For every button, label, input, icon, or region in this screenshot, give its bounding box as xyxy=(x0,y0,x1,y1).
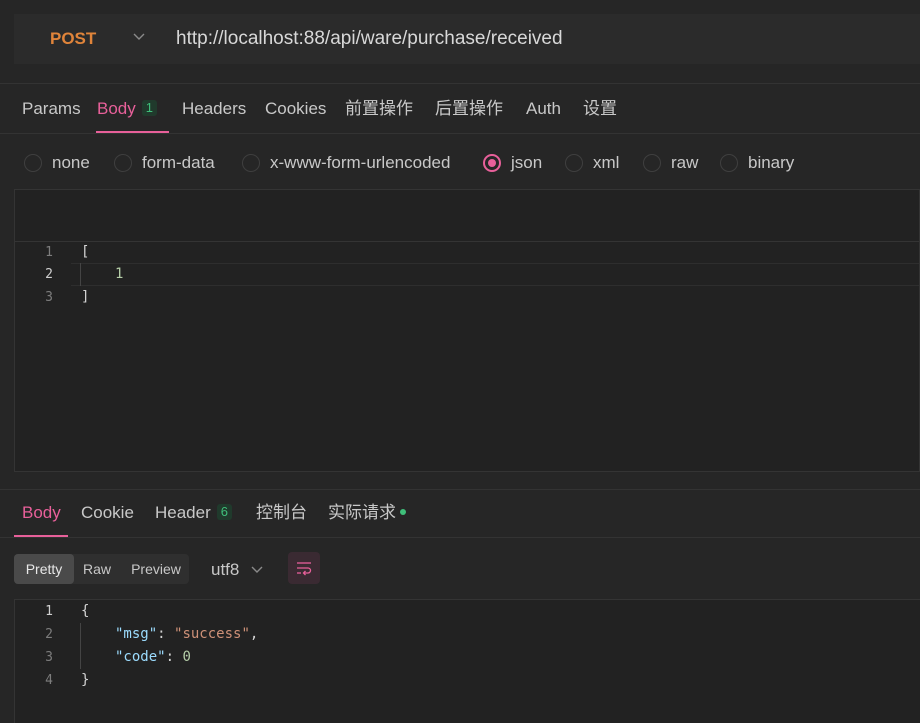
tab-params[interactable]: Params xyxy=(22,96,81,122)
wrap-lines-button[interactable] xyxy=(288,552,320,584)
tab-label: 实际请求 xyxy=(328,503,396,522)
tab-label: Params xyxy=(22,99,81,118)
line-number: 3 xyxy=(45,650,53,665)
radio-form-data[interactable]: form-data xyxy=(114,151,215,175)
divider xyxy=(0,133,920,134)
tab-auth[interactable]: Auth xyxy=(526,96,561,122)
body-count-badge: 1 xyxy=(141,100,157,116)
code-line: 2 1 xyxy=(15,263,919,286)
code-line: 3 ] xyxy=(15,286,919,309)
request-body-editor[interactable]: 1 [ 2 1 3 ] xyxy=(14,189,920,472)
response-tab-actual-request[interactable]: 实际请求 xyxy=(328,500,406,526)
radio-raw[interactable]: raw xyxy=(643,151,698,175)
tab-label: 后置操作 xyxy=(435,99,503,118)
line-number: 3 xyxy=(45,290,53,305)
divider xyxy=(0,537,920,538)
radio-label: binary xyxy=(748,153,795,172)
chevron-down-icon[interactable] xyxy=(132,29,146,43)
status-dot-icon xyxy=(400,509,406,515)
code-text: [ xyxy=(81,244,90,260)
tab-label: Auth xyxy=(526,99,561,118)
tab-post-request[interactable]: 后置操作 xyxy=(435,96,503,122)
method-select[interactable]: POST xyxy=(50,14,96,64)
url-bar: POST xyxy=(14,14,920,64)
radio-circle-selected xyxy=(483,154,501,172)
view-mode-switch: Pretty Raw Preview xyxy=(14,554,189,584)
tab-label: 设置 xyxy=(583,99,617,118)
radio-label: none xyxy=(52,153,90,172)
radio-label: raw xyxy=(671,153,699,172)
radio-xml[interactable]: xml xyxy=(565,151,619,175)
code-text: { xyxy=(81,603,90,619)
tab-pre-request[interactable]: 前置操作 xyxy=(345,96,413,122)
tab-label: Header xyxy=(155,503,211,522)
divider xyxy=(0,83,920,84)
tab-label: 控制台 xyxy=(256,503,307,522)
line-number: 2 xyxy=(45,267,53,282)
json-key: "msg" xyxy=(115,626,158,642)
radio-label: x-www-form-urlencoded xyxy=(270,153,451,172)
code-text: "msg": "success", xyxy=(115,626,259,642)
code-line: 4 } xyxy=(15,669,920,692)
json-value: "success" xyxy=(174,626,250,642)
response-body-viewer[interactable]: 1 { 2 "msg": "success", 3 "code": 0 4 } xyxy=(14,599,920,723)
tab-label: Body xyxy=(97,99,136,118)
tab-headers[interactable]: Headers xyxy=(182,96,246,122)
radio-circle xyxy=(114,154,132,172)
response-tab-console[interactable]: 控制台 xyxy=(256,500,307,526)
radio-none[interactable]: none xyxy=(24,151,90,175)
line-number: 4 xyxy=(45,673,53,688)
code-text: } xyxy=(81,672,90,688)
line-number: 1 xyxy=(45,604,53,619)
response-tab-body[interactable]: Body xyxy=(22,500,61,526)
code-line: 1 { xyxy=(15,600,920,623)
tab-label: 前置操作 xyxy=(345,99,413,118)
code-line: 3 "code": 0 xyxy=(15,646,920,669)
tab-cookies[interactable]: Cookies xyxy=(265,96,326,122)
url-input[interactable] xyxy=(176,14,876,64)
line-number: 1 xyxy=(45,245,53,260)
mode-raw-button[interactable]: Raw xyxy=(76,554,118,584)
response-tab-cookie[interactable]: Cookie xyxy=(81,500,134,526)
code-text: ] xyxy=(81,289,90,305)
tab-body[interactable]: Body 1 xyxy=(97,96,157,122)
divider xyxy=(0,489,920,490)
json-key: "code" xyxy=(115,649,166,665)
mode-pretty-button[interactable]: Pretty xyxy=(14,554,74,584)
header-count-badge: 6 xyxy=(216,504,232,520)
code-line: 2 "msg": "success", xyxy=(15,623,920,646)
tab-label: Body xyxy=(22,503,61,522)
radio-circle xyxy=(643,154,661,172)
json-punct: , xyxy=(249,626,259,642)
encoding-select[interactable]: utf8 xyxy=(211,558,239,582)
json-value: 0 xyxy=(182,649,191,665)
radio-x-www-form-urlencoded[interactable]: x-www-form-urlencoded xyxy=(242,151,450,175)
radio-json[interactable]: json xyxy=(483,151,542,175)
response-tab-header[interactable]: Header 6 xyxy=(155,500,232,526)
radio-label: form-data xyxy=(142,153,215,172)
editor-toolbar xyxy=(15,190,919,242)
wrap-lines-icon xyxy=(296,560,312,581)
chevron-down-icon[interactable] xyxy=(250,562,264,576)
mode-preview-button[interactable]: Preview xyxy=(122,554,190,584)
tab-settings[interactable]: 设置 xyxy=(583,96,617,122)
radio-label: json xyxy=(511,153,543,172)
radio-circle xyxy=(720,154,738,172)
line-number: 2 xyxy=(45,627,53,642)
radio-label: xml xyxy=(593,153,620,172)
radio-circle xyxy=(242,154,260,172)
code-text: 1 xyxy=(115,266,124,282)
tab-label: Cookie xyxy=(81,503,134,522)
code-line: 1 [ xyxy=(15,241,919,264)
tab-label: Headers xyxy=(182,99,247,118)
code-text: "code": 0 xyxy=(115,649,191,665)
radio-binary[interactable]: binary xyxy=(720,151,794,175)
radio-circle xyxy=(24,154,42,172)
tab-label: Cookies xyxy=(265,99,327,118)
radio-circle xyxy=(565,154,583,172)
